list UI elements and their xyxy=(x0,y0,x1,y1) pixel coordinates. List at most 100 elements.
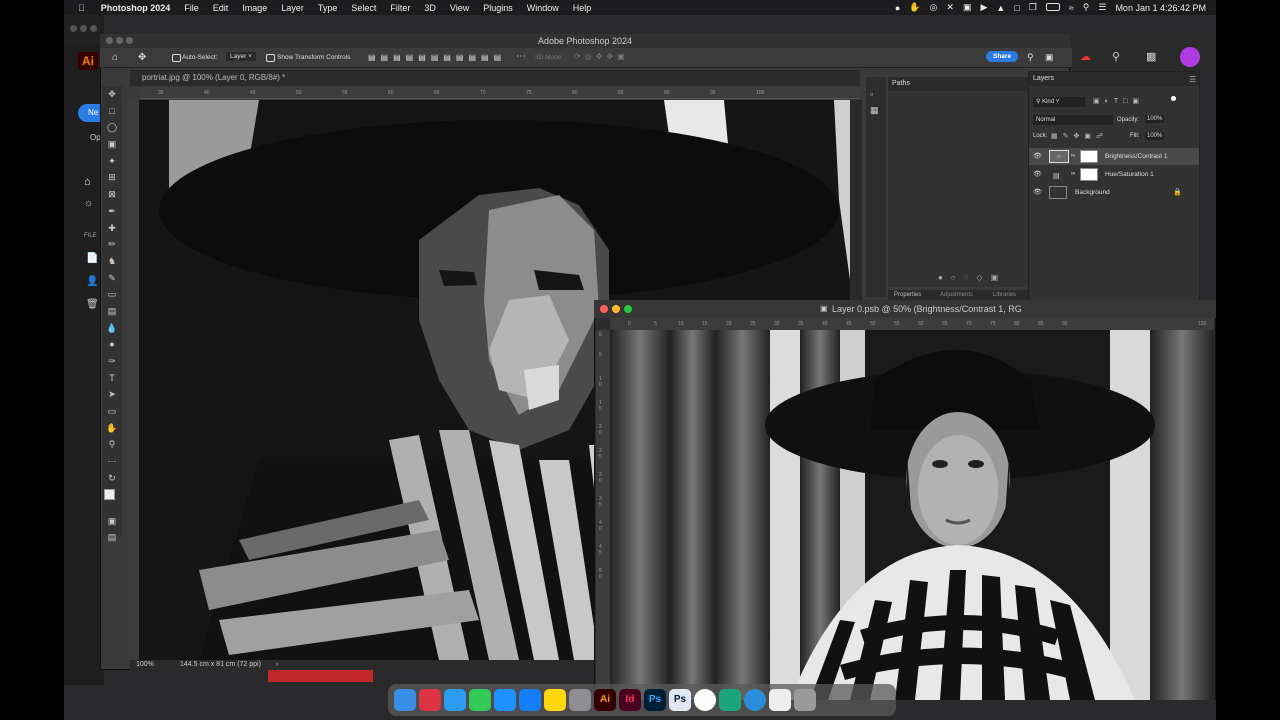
crop-tool-icon[interactable]: ⊞ xyxy=(102,169,122,186)
gift-icon[interactable]: ▩ xyxy=(1146,50,1156,63)
control-center-icon[interactable]: ☰ xyxy=(1098,2,1106,13)
dock-file-icon[interactable] xyxy=(769,689,791,711)
menu-view[interactable]: View xyxy=(450,3,469,13)
zoom-button[interactable] xyxy=(624,305,632,313)
comments-icon[interactable]: ▦ xyxy=(870,105,879,116)
filter-icons[interactable]: ▣◐T□▣ xyxy=(1093,97,1144,105)
lock-icons[interactable]: ▦✎✥▣☍ xyxy=(1051,132,1108,140)
apple-icon[interactable]:  xyxy=(78,3,85,13)
tab-adjustments[interactable]: Adjustments xyxy=(940,292,973,298)
minimize-button[interactable] xyxy=(116,37,123,44)
dock-chrome-icon[interactable] xyxy=(694,689,716,711)
shared-icon[interactable]: 👤 xyxy=(86,276,98,287)
dock-launchpad-icon[interactable] xyxy=(419,689,441,711)
avatar[interactable] xyxy=(1180,47,1200,67)
lasso-tool-icon[interactable]: ◯ xyxy=(102,119,122,136)
dock-mail-icon[interactable] xyxy=(494,689,516,711)
menu-select[interactable]: Select xyxy=(351,3,376,13)
clock[interactable]: Mon Jan 1 4:26:42 PM xyxy=(1115,3,1206,13)
menu-window[interactable]: Window xyxy=(527,3,559,13)
history-icon[interactable]: ▫ xyxy=(870,89,873,99)
layers-panel-title[interactable]: Layers xyxy=(1029,72,1199,86)
menu-3d[interactable]: 3D xyxy=(424,3,436,13)
visibility-eye-icon[interactable]: 👁 xyxy=(1033,148,1042,165)
object-select-icon[interactable]: ▣ xyxy=(102,136,122,153)
brush-tool-icon[interactable]: ✏ xyxy=(102,236,122,253)
move-tool-icon[interactable]: ✥ xyxy=(102,86,122,103)
menu-help[interactable]: Help xyxy=(573,3,592,13)
screens-icon[interactable]: ❐ xyxy=(1029,2,1037,13)
layer-mask-thumbnail[interactable] xyxy=(1080,168,1098,181)
menu-type[interactable]: Type xyxy=(318,3,338,13)
document-tab[interactable]: portriat.jpg @ 100% (Layer 0, RGB/8#) * xyxy=(130,70,860,86)
dock-notes-icon[interactable] xyxy=(544,689,566,711)
dock-photoshop-beta-icon[interactable]: Ps xyxy=(669,689,691,711)
zoom-tool-icon[interactable]: ⚲ xyxy=(102,436,122,453)
eyedropper-icon[interactable]: ✒ xyxy=(102,203,122,220)
hand-tool-icon[interactable]: ✋ xyxy=(102,420,122,437)
creative-cloud-icon[interactable]: ◎ xyxy=(930,2,938,13)
visibility-eye-icon[interactable]: 👁 xyxy=(1033,184,1042,201)
bg-zoom-button[interactable] xyxy=(90,25,97,32)
dock-app-q-icon[interactable] xyxy=(744,689,766,711)
play-icon[interactable]: ▶ xyxy=(980,2,987,13)
battery-icon[interactable] xyxy=(1045,2,1060,13)
learn-icon[interactable]: ☼ xyxy=(84,198,93,209)
document-dimensions[interactable]: 144.5 cm x 81 cm (72 ppi) xyxy=(180,660,261,670)
gradient-tool-icon[interactable]: ▤ xyxy=(102,303,122,320)
menu-filter[interactable]: Filter xyxy=(390,3,410,13)
dock-safari-icon[interactable] xyxy=(444,689,466,711)
wifi-icon[interactable]: ≈ xyxy=(1069,3,1074,13)
tab-libraries[interactable]: Libraries xyxy=(993,292,1016,298)
move-tool-icon[interactable]: ✥ xyxy=(138,52,146,63)
zoom-level[interactable]: 100% xyxy=(136,660,154,670)
layer-name[interactable]: Brightness/Contrast 1 xyxy=(1105,148,1168,165)
canvas-original-photo[interactable] xyxy=(610,330,1214,700)
home-icon[interactable]: ⌂ xyxy=(84,176,91,188)
share-button[interactable]: Share xyxy=(986,51,1019,62)
panel-menu-icon[interactable]: ☰ xyxy=(1189,75,1196,84)
menu-edit[interactable]: Edit xyxy=(213,3,229,13)
stamp-tool-icon[interactable]: ♞ xyxy=(102,253,122,270)
dock-app-s-icon[interactable] xyxy=(719,689,741,711)
dock-messages-icon[interactable] xyxy=(469,689,491,711)
spotlight-icon[interactable]: ⚲ xyxy=(1083,2,1090,13)
dock-trash-icon[interactable] xyxy=(794,689,816,711)
bookmark-icon[interactable]: ▲ xyxy=(996,3,1005,13)
shape-tool-icon[interactable]: ▭ xyxy=(102,403,122,420)
blend-mode-dropdown[interactable]: Normal xyxy=(1033,115,1113,125)
close-button[interactable] xyxy=(600,305,608,313)
menu-layer[interactable]: Layer xyxy=(281,3,304,13)
minimize-button[interactable] xyxy=(612,305,620,313)
menu-file[interactable]: File xyxy=(184,3,199,13)
document-icon[interactable]: 📄 xyxy=(86,253,98,264)
frame-tool-icon[interactable]: ⊠ xyxy=(102,186,122,203)
more-icon[interactable]: ⋯ xyxy=(516,51,526,62)
mute-icon[interactable]: ✕ xyxy=(946,2,954,13)
status-arrow-icon[interactable]: › xyxy=(276,660,278,670)
dock-photoshop-icon[interactable]: Ps xyxy=(644,689,666,711)
creative-cloud-icon[interactable]: ☁ xyxy=(1080,50,1091,63)
color-swatches[interactable] xyxy=(102,487,122,513)
layer-row-hue-saturation[interactable]: 👁 ▤ ∞ Hue/Saturation 1 xyxy=(1029,166,1199,183)
home-icon[interactable]: ⌂ xyxy=(112,52,118,63)
paths-footer-icons[interactable]: ●○◌◇▣ xyxy=(938,273,1006,282)
layer-name[interactable]: Hue/Saturation 1 xyxy=(1105,166,1154,183)
3d-mode-icons[interactable]: ⟳◎✥✥▣ xyxy=(574,52,629,61)
layer-name[interactable]: Background xyxy=(1075,184,1110,201)
record-icon[interactable]: ● xyxy=(895,3,900,13)
menu-app-name[interactable]: Photoshop 2024 xyxy=(101,3,171,13)
dock-finder-icon[interactable] xyxy=(394,689,416,711)
menu-image[interactable]: Image xyxy=(242,3,267,13)
transform-checkbox[interactable] xyxy=(266,54,275,64)
filter-toggle-icon[interactable] xyxy=(1171,96,1176,101)
workspace-icon[interactable]: ▣ xyxy=(1045,52,1054,63)
bg-minimize-button[interactable] xyxy=(80,25,87,32)
layer-mask-thumbnail[interactable] xyxy=(1080,150,1098,163)
healing-brush-icon[interactable]: ✚ xyxy=(102,220,122,237)
zoom-button[interactable] xyxy=(126,37,133,44)
layer-row-brightness[interactable]: 👁 ☼ ∞ Brightness/Contrast 1 xyxy=(1029,148,1199,165)
layer-thumbnail[interactable] xyxy=(1049,186,1067,199)
eraser-tool-icon[interactable]: ▭ xyxy=(102,286,122,303)
paths-panel-title[interactable]: Paths xyxy=(888,77,1028,91)
